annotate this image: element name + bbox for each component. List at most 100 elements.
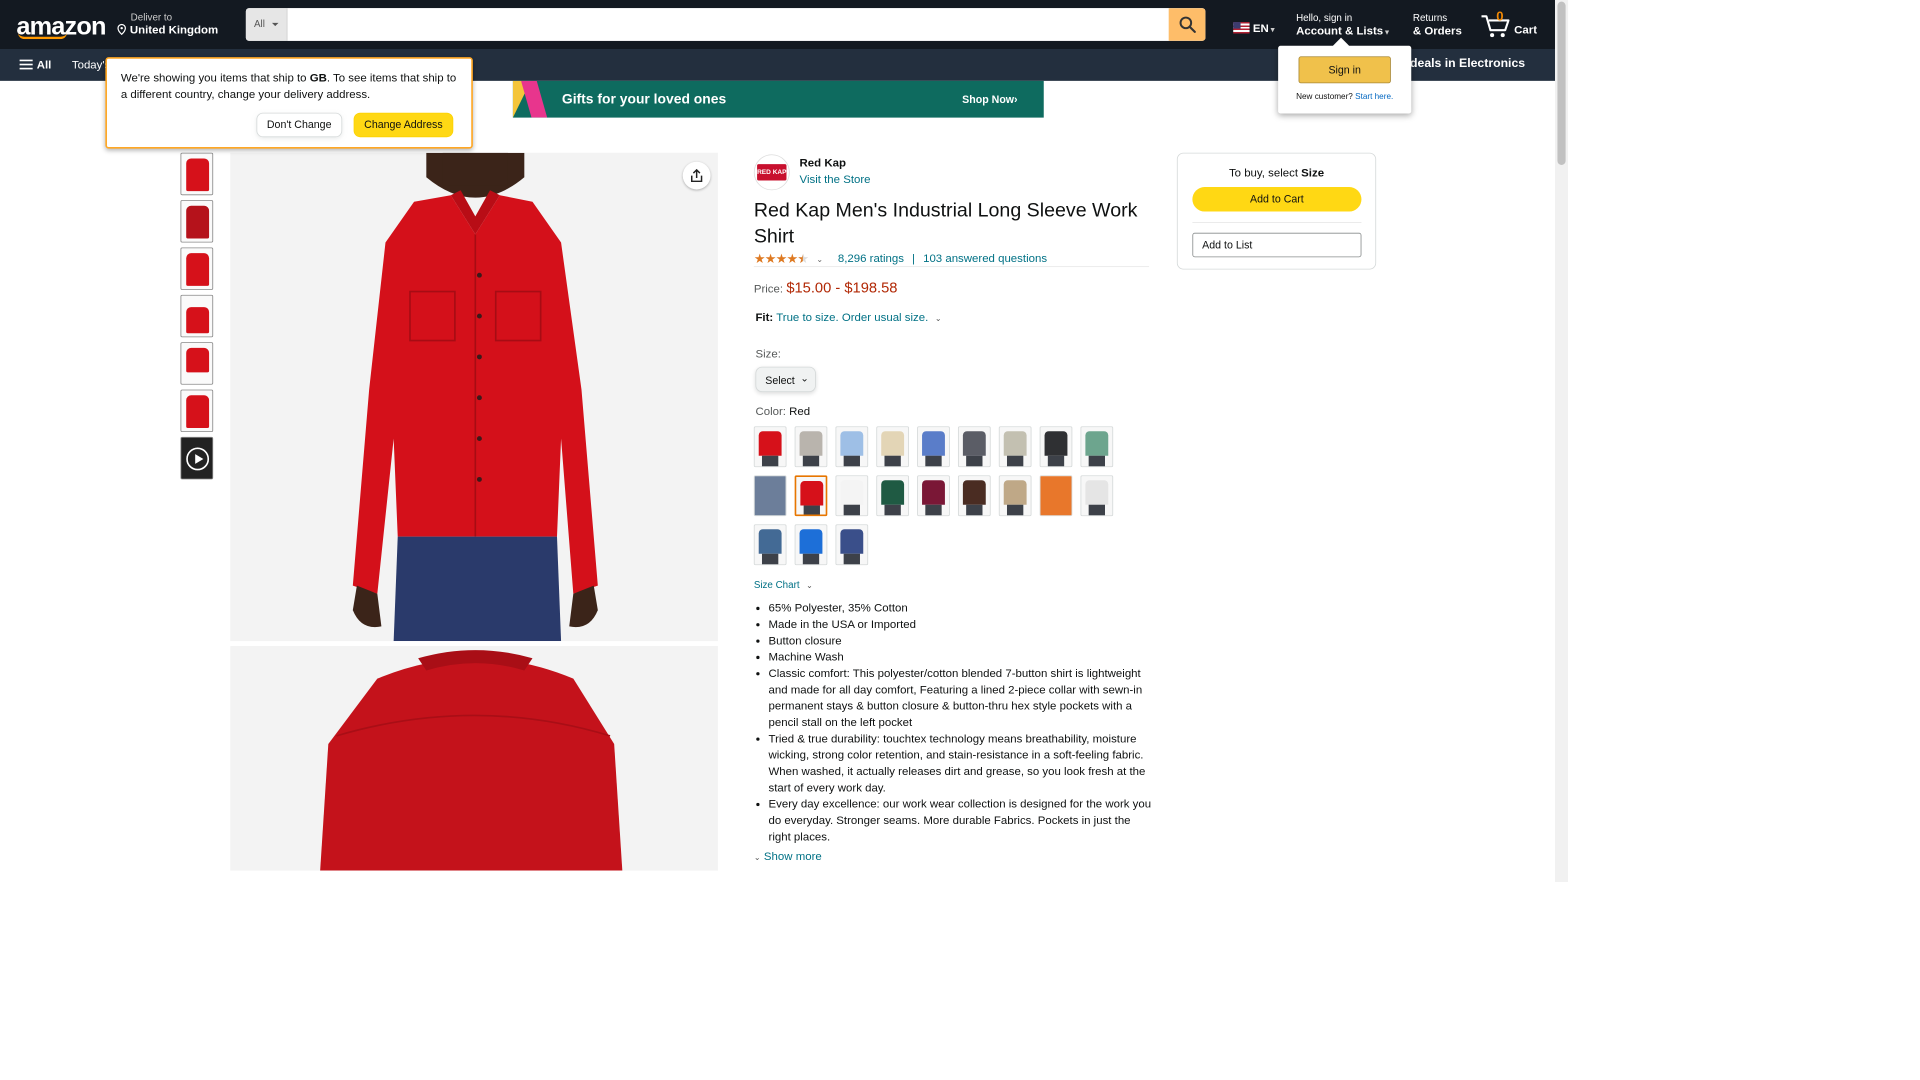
red-shirt-back-image — [230, 646, 718, 871]
share-button[interactable] — [682, 161, 711, 190]
deliver-to-label: Deliver to — [130, 11, 173, 23]
swatch-shirt-image — [758, 529, 782, 554]
brand-logo[interactable]: RED KAP — [753, 154, 790, 191]
language-selector[interactable]: EN ▾ — [1233, 21, 1274, 34]
fit-text-link[interactable]: True to size. Order usual size. — [776, 310, 928, 323]
thumbnail[interactable] — [180, 342, 214, 385]
swatch-shirt-image — [840, 529, 864, 554]
play-icon — [186, 447, 210, 471]
swatch-pants-image — [803, 505, 820, 515]
swatch-pants-image — [1088, 455, 1105, 467]
color-swatch[interactable] — [835, 426, 869, 468]
swatch-pants-image — [1088, 504, 1105, 516]
color-swatch[interactable] — [835, 524, 869, 566]
color-swatch[interactable] — [998, 426, 1032, 468]
color-swatch[interactable] — [794, 426, 828, 468]
account-lists-label: Account & Lists ▾ — [1296, 23, 1389, 37]
swatch-pants-image — [966, 504, 983, 516]
swatch-pants-image — [802, 455, 820, 467]
deliver-to[interactable]: Deliver to United Kingdom — [116, 11, 218, 36]
color-swatch[interactable] — [998, 475, 1032, 517]
color-swatch[interactable] — [1080, 475, 1114, 517]
color-swatch[interactable] — [794, 475, 828, 517]
banner-cta[interactable]: Shop Now› — [962, 93, 1017, 105]
all-menu-button[interactable]: All — [19, 58, 51, 71]
returns-orders[interactable]: Returns & Orders — [1413, 12, 1462, 37]
cart-button[interactable]: 0 Cart — [1480, 10, 1562, 39]
sign-in-button[interactable]: Sign in — [1298, 56, 1391, 84]
search-button[interactable] — [1168, 8, 1206, 41]
dont-change-button[interactable]: Don't Change — [256, 112, 343, 138]
thumbnail[interactable] — [180, 200, 214, 243]
change-address-button[interactable]: Change Address — [353, 112, 454, 138]
shirt-thumbnail-image — [186, 205, 210, 239]
thumbnail[interactable] — [180, 152, 214, 196]
color-swatch[interactable] — [876, 475, 909, 517]
swatch-shirt-image — [881, 480, 905, 505]
swatch-shirt-image — [800, 481, 824, 506]
video-thumbnail[interactable] — [180, 436, 214, 480]
amazon-smile-icon — [17, 33, 67, 40]
swatch-shirt-image — [1003, 480, 1027, 505]
feature-bullet: Every day excellence: our work wear coll… — [769, 795, 1153, 844]
color-swatch[interactable] — [753, 426, 787, 468]
ratings-count-link[interactable]: 8,296 ratings — [838, 252, 904, 265]
color-swatch[interactable] — [753, 475, 787, 517]
rating-row: ★★★★★★ ⌄ 8,296 ratings | 103 answered qu… — [753, 251, 1150, 268]
deliver-to-country: United Kingdom — [116, 23, 218, 36]
color-swatch[interactable] — [753, 524, 787, 566]
color-swatch[interactable] — [1080, 426, 1114, 468]
chevron-down-icon: ⌄ — [800, 372, 809, 384]
color-swatch[interactable] — [917, 426, 950, 468]
account-lists[interactable]: Hello, sign in Account & Lists ▾ — [1296, 12, 1389, 37]
thumbnail[interactable] — [180, 247, 214, 290]
star-rating-icon[interactable]: ★★★★★★ — [754, 251, 809, 267]
color-swatch[interactable] — [794, 524, 828, 566]
cart-count: 0 — [1496, 9, 1504, 24]
main-product-image[interactable] — [230, 152, 718, 642]
account-greeting: Hello, sign in — [1296, 12, 1353, 24]
swatch-shirt-image — [1040, 476, 1072, 516]
add-to-list-button[interactable]: Add to List — [1192, 232, 1362, 258]
swatch-shirt-image — [840, 480, 864, 505]
red-shirt-front-image — [230, 152, 718, 642]
size-chart-link[interactable]: Size Chart ⌄ — [754, 579, 813, 590]
color-swatch[interactable] — [957, 475, 991, 517]
chevron-down-icon[interactable]: ⌄ — [816, 256, 823, 265]
swatch-shirt-image — [922, 431, 945, 456]
size-label: Size: — [755, 347, 781, 361]
promo-banner[interactable]: Gifts for your loved ones Shop Now› — [512, 80, 1044, 118]
swatch-pants-image — [925, 455, 942, 467]
color-swatch[interactable] — [1039, 475, 1073, 517]
search-input[interactable] — [287, 8, 1170, 41]
shirt-thumbnail-image — [186, 347, 210, 373]
show-more-link[interactable]: ⌄ Show more — [754, 849, 822, 862]
search-category-dropdown[interactable]: All — [245, 8, 288, 41]
electronics-deals-link[interactable]: op deals in Electronics — [1392, 56, 1525, 70]
color-swatch[interactable] — [835, 475, 869, 517]
secondary-product-image[interactable] — [230, 646, 718, 871]
shirt-thumbnail-image — [186, 158, 210, 192]
chevron-down-icon[interactable]: ⌄ — [935, 314, 942, 323]
feature-bullet: Classic comfort: This polyester/cotton b… — [769, 665, 1153, 730]
color-swatch[interactable] — [876, 426, 909, 468]
size-select-dropdown[interactable]: Select ⌄ — [755, 366, 816, 393]
color-swatch[interactable] — [957, 426, 991, 468]
scrollbar-thumb[interactable] — [1557, 1, 1566, 165]
swatch-shirt-image — [1085, 431, 1109, 456]
hamburger-icon — [19, 59, 33, 70]
ship-to-popover: We're showing you items that ship to GB.… — [105, 57, 473, 149]
answered-questions-link[interactable]: 103 answered questions — [923, 252, 1047, 265]
page-scrollbar[interactable] — [1554, 0, 1569, 883]
swatch-shirt-image — [881, 431, 905, 456]
thumbnail[interactable] — [180, 294, 214, 338]
swatch-shirt-image — [1044, 431, 1068, 456]
swatch-pants-image — [761, 455, 779, 467]
search-icon — [1179, 16, 1196, 33]
add-to-cart-button[interactable]: Add to Cart — [1192, 187, 1362, 212]
color-swatch[interactable] — [1039, 426, 1073, 468]
thumbnail[interactable] — [180, 389, 214, 433]
visit-store-link[interactable]: Visit the Store — [800, 172, 871, 185]
start-here-link[interactable]: Start here. — [1355, 92, 1393, 101]
color-swatch[interactable] — [917, 475, 950, 517]
